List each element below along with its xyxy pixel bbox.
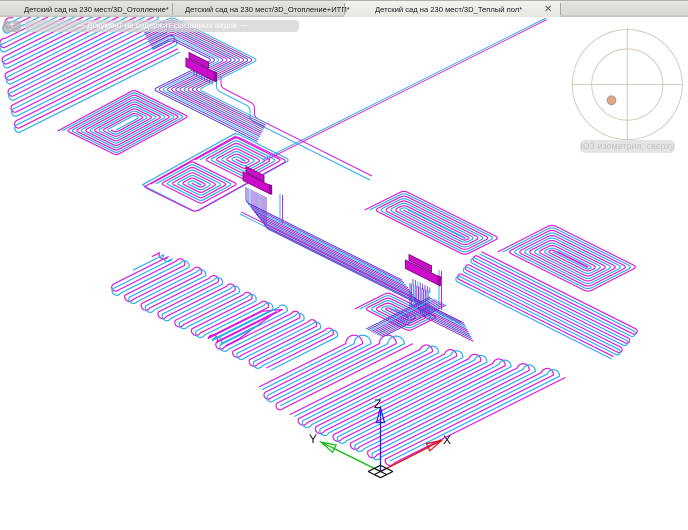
svg-text:X: X	[443, 433, 451, 447]
svg-text:Y: Y	[309, 432, 317, 446]
svg-text:Z: Z	[374, 397, 381, 411]
